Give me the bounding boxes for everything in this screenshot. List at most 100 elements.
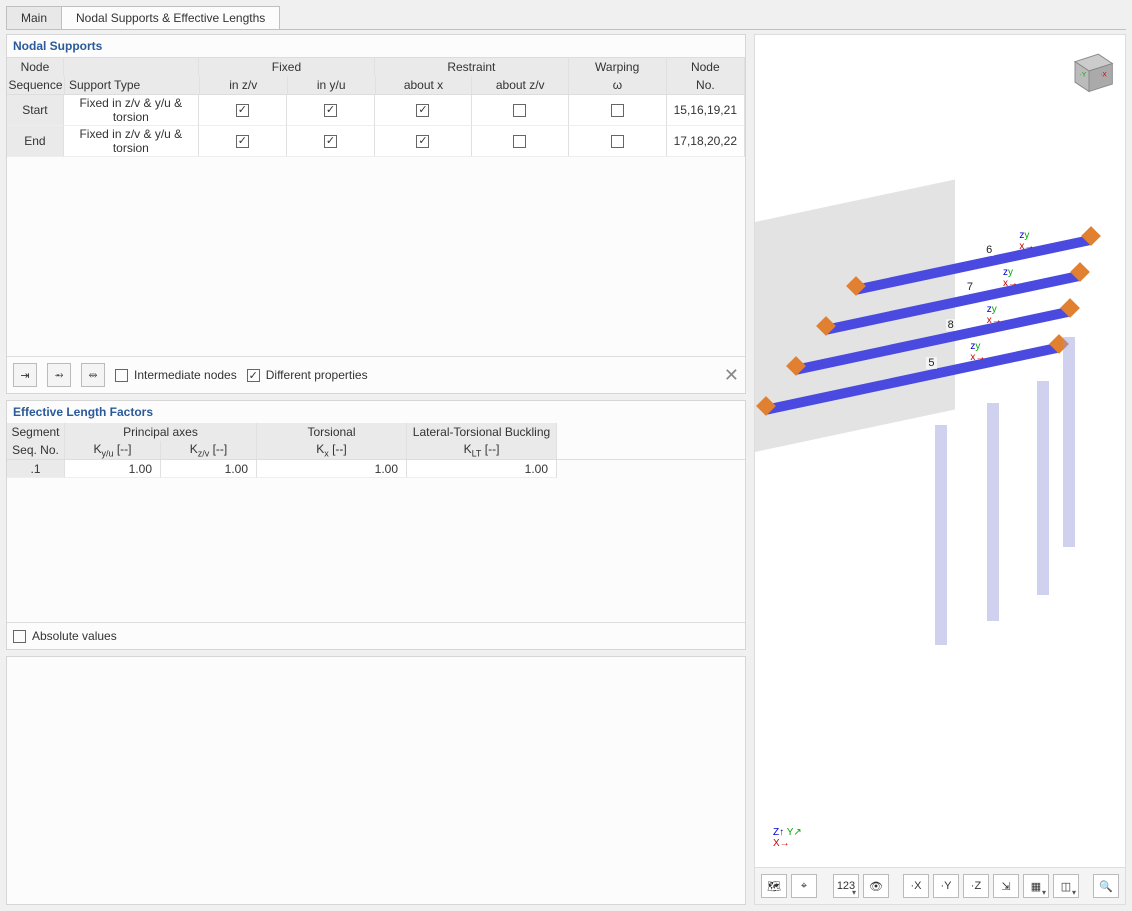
tab-bar: Main Nodal Supports & Effective Lengths xyxy=(6,6,1126,30)
view-z-button[interactable]: ·Z xyxy=(963,874,989,898)
local-axis-icon: zyx→ xyxy=(970,341,985,363)
close-icon[interactable]: ✕ xyxy=(724,365,739,386)
kx-cell[interactable]: 1.00 xyxy=(257,460,407,478)
kyu-cell[interactable]: 1.00 xyxy=(65,460,161,478)
checkbox-icon[interactable] xyxy=(416,104,429,117)
table-row[interactable]: .11.001.001.001.00 xyxy=(7,460,745,478)
row-sequence: End xyxy=(7,126,64,157)
ns-tool-3[interactable]: ⥈ xyxy=(81,363,105,387)
column xyxy=(935,425,947,645)
fixed-zv-cell[interactable] xyxy=(199,126,287,157)
checkbox-icon[interactable] xyxy=(513,135,526,148)
warp-cell[interactable] xyxy=(569,95,667,126)
col-segment-2: Seq. No. xyxy=(7,441,65,459)
tool-numbering[interactable]: 123 xyxy=(833,874,859,898)
col-node-no-2: No. xyxy=(667,76,745,94)
viewport-toolbar: 🗺 ⌖ 123 👁 ·X ·Y ·Z ⇲ ▦ ◫ 🔍 xyxy=(755,867,1125,904)
axis-triad-icon: Z↑ Y↗X→ xyxy=(773,827,802,849)
col-node-sequence-2: Sequence xyxy=(7,76,65,94)
different-properties-label: Different properties xyxy=(266,368,368,382)
view-iso-button[interactable]: ⇲ xyxy=(993,874,1019,898)
checkbox-icon[interactable] xyxy=(324,104,337,117)
column xyxy=(1037,381,1049,595)
row-sequence: Start xyxy=(7,95,64,126)
svg-text:·X: ·X xyxy=(1100,72,1107,79)
view-x-button[interactable]: ·X xyxy=(903,874,929,898)
checkbox-icon[interactable] xyxy=(611,135,624,148)
about-zv-cell[interactable] xyxy=(472,126,569,157)
effective-length-panel: Effective Length Factors Segment Princip… xyxy=(6,400,746,650)
checkbox-icon[interactable] xyxy=(416,135,429,148)
tab-main[interactable]: Main xyxy=(6,6,62,29)
col-fixed-zv: in z/v xyxy=(200,76,288,94)
support-type-cell[interactable]: Fixed in z/v & y/u & torsion xyxy=(64,95,199,126)
beam-label: 5 xyxy=(926,357,936,369)
about-x-cell[interactable] xyxy=(375,95,472,126)
node-no-cell: 17,18,20,22 xyxy=(667,126,745,157)
absolute-values-check[interactable]: Absolute values xyxy=(13,629,117,643)
col-node-no: Node xyxy=(667,58,745,76)
fixed-yu-cell[interactable] xyxy=(287,126,375,157)
col-kyu: Ky/u [--] xyxy=(65,441,161,459)
ns-tool-2[interactable]: ⥇ xyxy=(47,363,71,387)
view-y-button[interactable]: ·Y xyxy=(933,874,959,898)
nodal-supports-panel: Nodal Supports Node Fixed Restraint Warp… xyxy=(6,34,746,394)
warp-cell[interactable] xyxy=(569,126,667,157)
tool-pick[interactable]: ⌖ xyxy=(791,874,817,898)
local-axis-icon: zyx→ xyxy=(987,304,1002,326)
checkbox-icon[interactable] xyxy=(236,135,249,148)
col-warping-w: ω xyxy=(569,76,667,94)
about-zv-cell[interactable] xyxy=(472,95,569,126)
viewport-panel: ·X ·Y 6zyx→7zyx→8zyx→5zyx→ Z↑ Y↗X→ 🗺 ⌖ xyxy=(754,34,1126,905)
kzv-cell[interactable]: 1.00 xyxy=(161,460,257,478)
zoom-extents-button[interactable]: 🔍 xyxy=(1093,874,1119,898)
beam-label: 7 xyxy=(965,281,975,293)
checkbox-icon[interactable] xyxy=(236,104,249,117)
table-row[interactable]: EndFixed in z/v & y/u & torsion 17,18,20,… xyxy=(7,126,745,157)
nodal-supports-table: Node Fixed Restraint Warping Node Sequen… xyxy=(7,57,745,157)
local-axis-icon: zyx→ xyxy=(1003,267,1018,289)
col-node-sequence: Node xyxy=(7,58,64,76)
col-support-type-blank xyxy=(64,58,199,76)
nodal-supports-title: Nodal Supports xyxy=(7,35,745,57)
render-mode-button[interactable]: ◫ xyxy=(1053,874,1079,898)
klt-cell[interactable]: 1.00 xyxy=(407,460,557,478)
checkbox-icon[interactable] xyxy=(611,104,624,117)
tool-scene[interactable]: 🗺 xyxy=(761,874,787,898)
col-fixed-yu: in y/u xyxy=(288,76,376,94)
col-torsional: Torsional xyxy=(257,423,407,441)
ns-tool-1[interactable]: ⇥ xyxy=(13,363,37,387)
tab-nodal-supports[interactable]: Nodal Supports & Effective Lengths xyxy=(61,6,280,29)
intermediate-nodes-check[interactable]: Intermediate nodes xyxy=(115,368,237,382)
col-fixed: Fixed xyxy=(199,58,375,76)
intermediate-nodes-label: Intermediate nodes xyxy=(134,368,237,382)
col-ltb: Lateral-Torsional Buckling xyxy=(407,423,557,441)
checkbox-icon[interactable] xyxy=(324,135,337,148)
column xyxy=(1063,337,1075,547)
view-cube-icon[interactable]: ·X ·Y xyxy=(1061,43,1117,99)
different-properties-check[interactable]: Different properties xyxy=(247,368,368,382)
viewport-3d[interactable]: ·X ·Y 6zyx→7zyx→8zyx→5zyx→ Z↑ Y↗X→ xyxy=(755,35,1125,867)
support-type-cell[interactable]: Fixed in z/v & y/u & torsion xyxy=(64,126,199,157)
col-segment: Segment xyxy=(7,423,65,441)
beam-label: 6 xyxy=(984,244,994,256)
column xyxy=(987,403,999,621)
col-restraint: Restraint xyxy=(375,58,569,76)
table-row[interactable]: StartFixed in z/v & y/u & torsion 15,16,1… xyxy=(7,95,745,126)
tool-visibility[interactable]: 👁 xyxy=(863,874,889,898)
col-warping: Warping xyxy=(569,58,667,76)
col-principal: Principal axes xyxy=(65,423,257,441)
col-support-type: Support Type xyxy=(65,76,200,94)
fixed-yu-cell[interactable] xyxy=(287,95,375,126)
node-no-cell: 15,16,19,21 xyxy=(667,95,745,126)
svg-text:·Y: ·Y xyxy=(1080,72,1087,79)
output-panel xyxy=(6,656,746,905)
col-kx: Kx [--] xyxy=(257,441,407,459)
col-about-zv: about z/v xyxy=(472,76,569,94)
checkbox-icon[interactable] xyxy=(513,104,526,117)
fixed-zv-cell[interactable] xyxy=(199,95,287,126)
col-kzv: Kz/v [--] xyxy=(161,441,257,459)
about-x-cell[interactable] xyxy=(375,126,472,157)
col-about-x: about x xyxy=(376,76,473,94)
display-mode-button[interactable]: ▦ xyxy=(1023,874,1049,898)
